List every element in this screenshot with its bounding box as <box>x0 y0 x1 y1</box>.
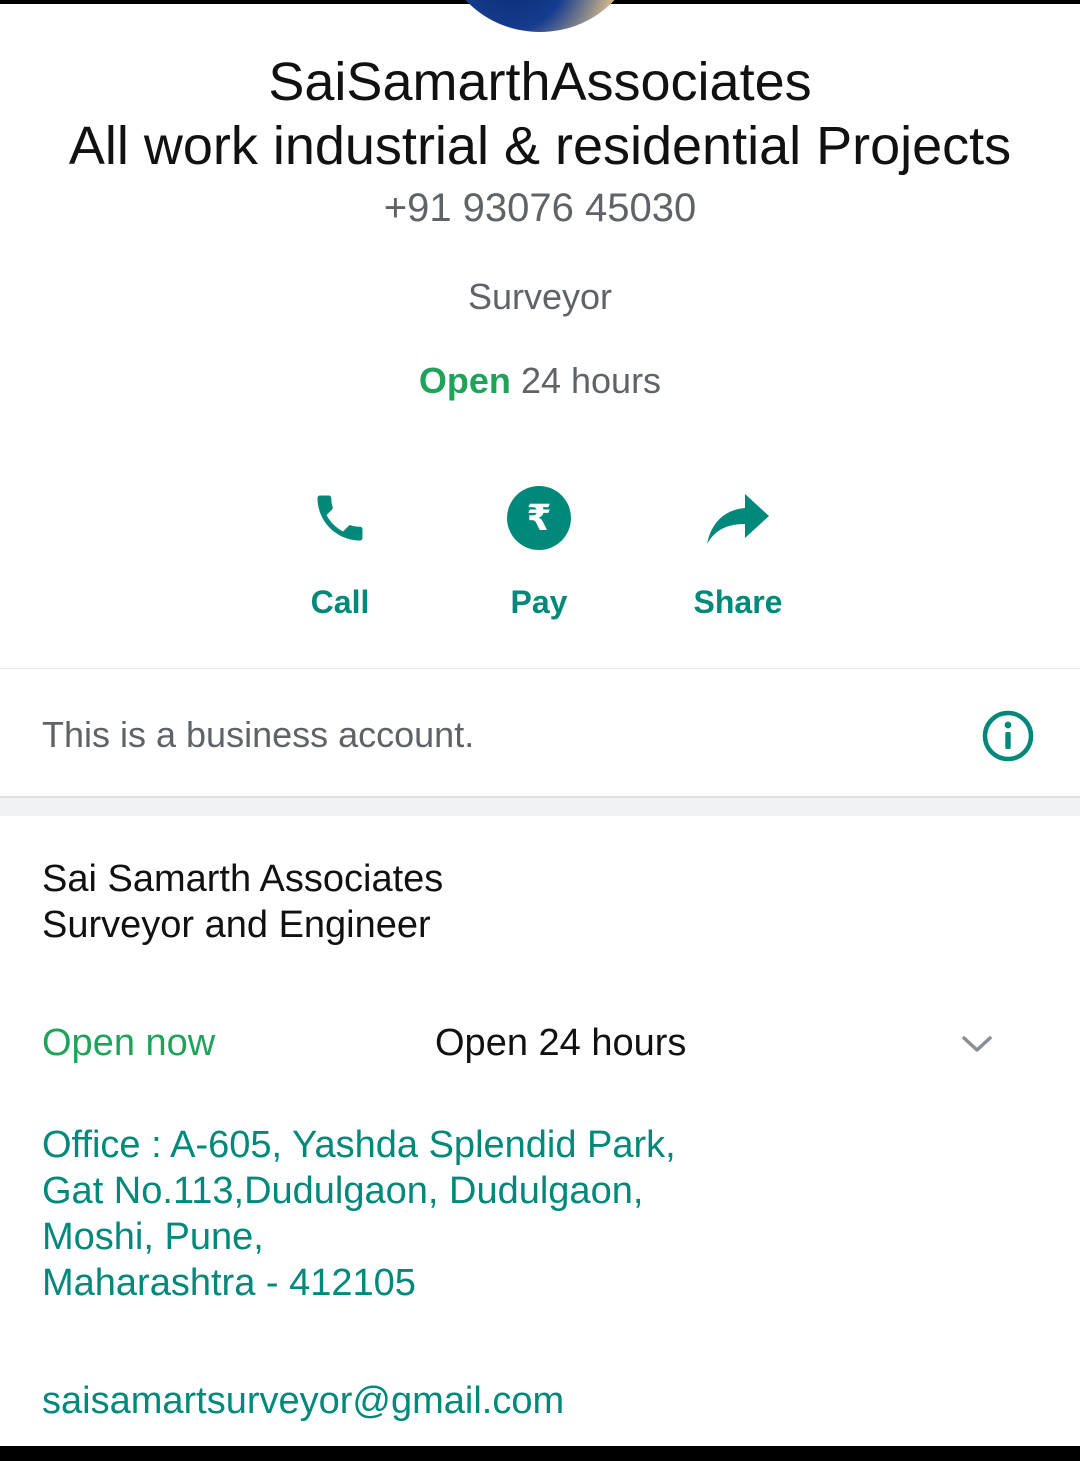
profile-photo[interactable] <box>440 0 640 32</box>
description-line-1: Sai Samarth Associates <box>42 858 444 900</box>
phone-number: +91 93076 45030 <box>383 186 697 230</box>
business-account-text: This is a business account. <box>42 714 475 755</box>
open-hours-text: 24 hours <box>520 360 662 401</box>
call-button[interactable]: Call <box>260 480 420 621</box>
address-line-3: Moshi, Pune, <box>42 1216 264 1258</box>
rupee-glyph: ₹ <box>526 498 551 539</box>
business-category: Surveyor <box>467 276 613 317</box>
rupee-icon: ₹ <box>459 480 619 556</box>
business-description: Sai Samarth Associates Surveyor and Engi… <box>42 856 443 948</box>
divider <box>0 668 1080 669</box>
bottom-edge-bar <box>0 1446 1080 1461</box>
business-email[interactable]: saisamartsurveyor@gmail.com <box>42 1380 564 1423</box>
share-label: Share <box>693 584 783 620</box>
address-line-4: Maharashtra - 412105 <box>42 1262 416 1304</box>
description-line-2: Surveyor and Engineer <box>42 904 431 946</box>
share-button[interactable]: Share <box>658 480 818 621</box>
business-hours-summary: Open 24 hours <box>0 360 1080 402</box>
section-separator <box>0 796 1080 816</box>
call-label: Call <box>310 584 370 620</box>
hours-detail[interactable]: Open 24 hours <box>435 1022 686 1065</box>
profile-header: SaiSamarthAssociates All work industrial… <box>0 50 1080 178</box>
action-buttons: Call ₹ Pay Share <box>0 480 1080 650</box>
address-line-2: Gat No.113,Dudulgaon, Dudulgaon, <box>42 1170 644 1212</box>
info-icon[interactable] <box>980 708 1036 764</box>
pay-label: Pay <box>510 584 568 620</box>
business-account-notice[interactable]: This is a business account. <box>0 670 1080 796</box>
business-name: SaiSamarthAssociates <box>268 52 812 112</box>
business-address[interactable]: Office : A-605, Yashda Splendid Park, Ga… <box>42 1122 676 1306</box>
open-status: Open <box>418 360 511 401</box>
phone-icon <box>260 480 420 556</box>
business-tagline: All work industrial & residential Projec… <box>68 116 1012 176</box>
address-line-1: Office : A-605, Yashda Splendid Park, <box>42 1124 676 1166</box>
chevron-down-icon[interactable] <box>960 1030 994 1060</box>
open-now-status: Open now <box>42 1022 216 1064</box>
pay-button[interactable]: ₹ Pay <box>459 480 619 621</box>
share-icon <box>658 480 818 556</box>
